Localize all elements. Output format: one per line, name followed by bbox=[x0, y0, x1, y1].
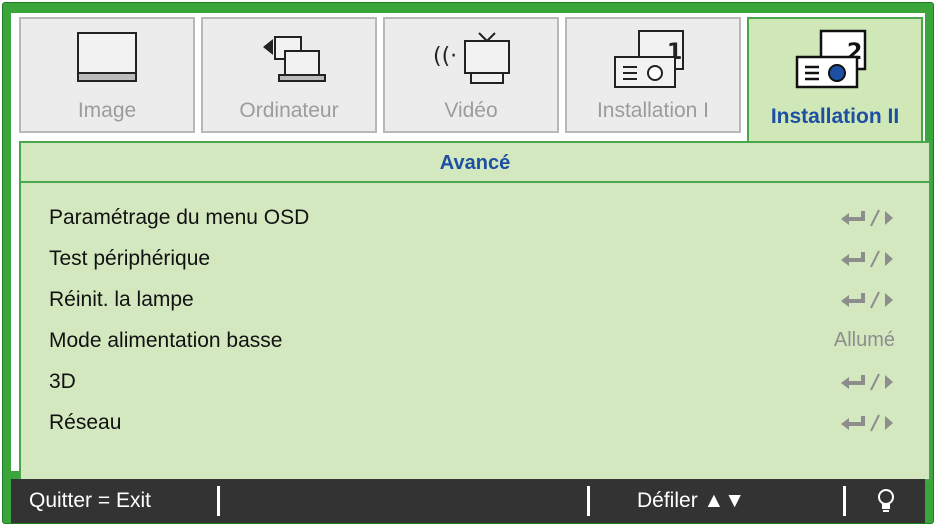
enter-arrow-icon bbox=[837, 238, 895, 279]
tab-ordinateur[interactable]: Ordinateur bbox=[201, 17, 377, 133]
enter-arrow-icon bbox=[837, 361, 895, 402]
menu-item-label: Paramétrage du menu OSD bbox=[49, 206, 310, 229]
menu-item-label: Réinit. la lampe bbox=[49, 288, 194, 311]
tab-label: Installation I bbox=[596, 99, 710, 122]
exit-hint[interactable]: Quitter = Exit bbox=[29, 479, 151, 523]
video-icon: ((· bbox=[433, 32, 510, 84]
menu-item-device-test[interactable]: Test périphérique bbox=[21, 238, 929, 279]
menu-item-label: 3D bbox=[49, 370, 76, 393]
enter-arrow-icon bbox=[837, 279, 895, 320]
footer-divider bbox=[217, 486, 220, 516]
footer-divider bbox=[843, 486, 846, 516]
footer-divider bbox=[587, 486, 590, 516]
tab-video[interactable]: ((· Vidéo bbox=[383, 17, 559, 133]
scroll-hint[interactable]: Défiler ▲▼ bbox=[637, 479, 745, 523]
tab-label: Vidéo bbox=[444, 99, 498, 122]
footer-bar: Quitter = Exit Défiler ▲▼ bbox=[11, 479, 925, 523]
osd-frame: Image Ordinateur ((· Vidéo 1 Installatio… bbox=[2, 2, 934, 524]
menu-item-label: Réseau bbox=[49, 411, 122, 434]
tab-label: Ordinateur bbox=[239, 99, 339, 122]
svg-text:((·: ((· bbox=[433, 44, 457, 69]
tab-label: Installation II bbox=[770, 105, 900, 128]
monitor-icon bbox=[77, 32, 137, 82]
tab-bar: Image Ordinateur ((· Vidéo 1 Installatio… bbox=[11, 13, 925, 141]
tab-installation-2[interactable]: 2 Installation II bbox=[747, 17, 923, 141]
projector-2-icon: 2 bbox=[795, 29, 867, 89]
menu-item-network[interactable]: Réseau bbox=[21, 402, 929, 443]
lightbulb-icon[interactable] bbox=[875, 479, 897, 523]
tab-installation-1[interactable]: 1 Installation I bbox=[565, 17, 741, 133]
panel-title: Avancé bbox=[21, 143, 929, 183]
menu-item-label: Test périphérique bbox=[49, 247, 211, 270]
tab-label: Image bbox=[77, 99, 137, 122]
computer-icon bbox=[263, 36, 326, 82]
enter-arrow-icon bbox=[837, 402, 895, 443]
menu-item-label: Mode alimentation basse bbox=[49, 329, 283, 352]
osd-inner: Image Ordinateur ((· Vidéo 1 Installatio… bbox=[11, 13, 931, 481]
projector-icon: 1 bbox=[614, 30, 684, 88]
menu-item-low-power-mode[interactable]: Mode alimentation basse Allumé bbox=[21, 320, 929, 361]
menu-list: Paramétrage du menu OSD Test périphériqu… bbox=[21, 197, 929, 443]
menu-item-value[interactable]: Allumé bbox=[834, 320, 895, 361]
tab-image[interactable]: Image bbox=[19, 17, 195, 133]
menu-item-lamp-reset[interactable]: Réinit. la lampe bbox=[21, 279, 929, 320]
enter-arrow-icon bbox=[837, 197, 895, 238]
settings-panel: Avancé Paramétrage du menu OSD Test péri… bbox=[19, 141, 931, 481]
menu-item-osd-settings[interactable]: Paramétrage du menu OSD bbox=[21, 197, 929, 238]
menu-item-3d[interactable]: 3D bbox=[21, 361, 929, 402]
